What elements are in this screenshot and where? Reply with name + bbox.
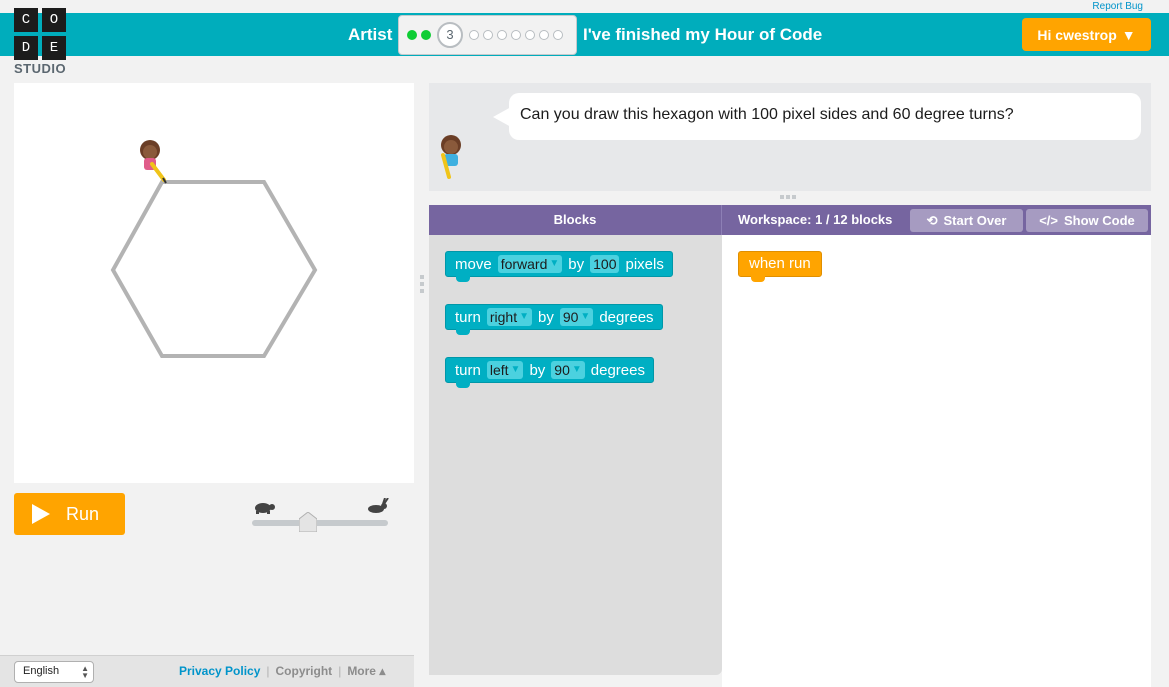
- angle-value: 90: [554, 362, 570, 378]
- level-dot-current[interactable]: 3: [437, 22, 463, 48]
- run-button[interactable]: Run: [14, 493, 125, 535]
- logo-letter: C: [14, 8, 38, 32]
- report-bug-link[interactable]: Report Bug: [1092, 1, 1143, 12]
- speed-slider[interactable]: [250, 497, 390, 537]
- angle-dropdown[interactable]: 90 ▼: [551, 361, 585, 379]
- artist-avatar-icon: [441, 135, 461, 179]
- direction-dropdown[interactable]: right ▼: [486, 308, 532, 326]
- play-icon: [32, 504, 50, 524]
- when-run-label: when run: [749, 255, 811, 272]
- separator: |: [338, 664, 342, 678]
- block-connector: [456, 276, 470, 282]
- level-dot-6[interactable]: [497, 30, 507, 40]
- dropdown-arrow-icon: ▼: [549, 258, 560, 269]
- block-unit: degrees: [599, 308, 654, 326]
- run-label: Run: [66, 503, 100, 524]
- dropdown-arrow-icon: ▼: [519, 311, 529, 322]
- logo-text: STUDIO: [14, 61, 67, 76]
- undo-icon: ⟲: [926, 212, 938, 228]
- block-word: turn: [455, 361, 481, 379]
- show-code-label: Show Code: [1064, 213, 1135, 228]
- level-dot-9[interactable]: [539, 30, 549, 40]
- code-studio-logo[interactable]: C O D E STUDIO: [14, 8, 70, 76]
- logo-letter: D: [14, 36, 38, 60]
- angle-value: 90: [562, 309, 579, 325]
- direction-value: left: [489, 362, 509, 378]
- instruction-bubble: Can you draw this hexagon with 100 pixel…: [509, 93, 1141, 140]
- toolbox-title: Blocks: [429, 205, 722, 235]
- copyright-link[interactable]: Copyright: [276, 664, 333, 678]
- level-dot-4[interactable]: [469, 30, 479, 40]
- block-word: by: [538, 308, 554, 326]
- language-select[interactable]: English ▲ ▼: [14, 661, 94, 683]
- artist-avatar-icon: [140, 140, 167, 184]
- artist-canvas: [14, 83, 414, 483]
- level-dot-1[interactable]: [407, 30, 417, 40]
- dropdown-arrow-icon: ▼: [510, 364, 521, 375]
- finished-hour-link[interactable]: I've finished my Hour of Code: [583, 25, 822, 45]
- drag-handle-icon[interactable]: [419, 275, 425, 293]
- hexagon-drawing: [110, 140, 318, 358]
- resize-grip-icon[interactable]: [780, 194, 800, 200]
- level-dot-2[interactable]: [421, 30, 431, 40]
- workspace[interactable]: [722, 235, 1151, 687]
- block-unit: pixels: [625, 255, 664, 273]
- chevron-down-icon: ▼: [1121, 26, 1136, 43]
- code-icon: </>: [1039, 213, 1058, 228]
- level-dot-8[interactable]: [525, 30, 535, 40]
- block-connector: [456, 382, 470, 388]
- move-forward-block[interactable]: move forward ▼ by 100 pixels: [445, 251, 673, 282]
- level-dot-5[interactable]: [483, 30, 493, 40]
- block-connector: [456, 329, 470, 335]
- level-dot-10[interactable]: [553, 30, 563, 40]
- dropdown-arrow-icon: ▼: [571, 364, 582, 375]
- top-bar: Artist 3 I've finished my Hour of Code H…: [0, 13, 1169, 56]
- turn-right-block[interactable]: turn right ▼ by 90 ▼ degrees: [445, 304, 663, 335]
- speed-handle[interactable]: [299, 512, 318, 532]
- block-unit: degrees: [590, 361, 645, 379]
- block-word: turn: [455, 308, 481, 326]
- turtle-icon: [255, 503, 275, 514]
- user-menu-button[interactable]: Hi cwestrop ▼: [1022, 18, 1151, 51]
- show-code-button[interactable]: </> Show Code: [1026, 209, 1148, 232]
- dropdown-arrow-icon: ▼: [580, 311, 591, 322]
- footer: English ▲ ▼ Privacy Policy | Copyright | More…: [0, 655, 414, 687]
- more-link[interactable]: More ▴: [347, 664, 385, 678]
- privacy-policy-link[interactable]: Privacy Policy: [179, 664, 260, 678]
- direction-value: forward: [500, 256, 548, 272]
- logo-letter: E: [42, 36, 66, 60]
- direction-dropdown[interactable]: forward ▼: [497, 255, 563, 273]
- instructions-panel: Can you draw this hexagon with 100 pixel…: [429, 83, 1151, 191]
- start-over-button[interactable]: ⟲ Start Over: [910, 209, 1023, 232]
- separator: |: [266, 664, 270, 678]
- block-word: by: [568, 255, 585, 273]
- language-value: English: [23, 665, 60, 677]
- block-word: move: [455, 255, 492, 273]
- select-arrows-icon: ▲ ▼: [81, 664, 89, 680]
- user-menu-label: Hi cwestrop: [1037, 26, 1117, 43]
- when-run-block[interactable]: when run: [738, 251, 822, 282]
- distance-input[interactable]: 100: [590, 255, 620, 273]
- turn-left-block[interactable]: turn left ▼ by 90 ▼ degrees: [445, 357, 654, 388]
- start-over-label: Start Over: [943, 213, 1007, 228]
- puzzle-name: Artist: [348, 25, 393, 44]
- direction-dropdown[interactable]: left ▼: [486, 361, 524, 379]
- direction-value: right: [489, 309, 518, 325]
- level-progress: 3: [398, 15, 577, 55]
- toolbox: [429, 235, 722, 675]
- workspace-title: Workspace: 1 / 12 blocks: [738, 212, 893, 227]
- angle-dropdown[interactable]: 90 ▼: [559, 308, 594, 326]
- speed-track[interactable]: [252, 520, 388, 526]
- level-dot-7[interactable]: [511, 30, 521, 40]
- logo-letter: O: [42, 8, 66, 32]
- hexagon-shape: [110, 180, 318, 358]
- rabbit-icon: [368, 498, 389, 513]
- block-word: by: [529, 361, 546, 379]
- footer-links: Privacy Policy | Copyright | More ▴: [179, 664, 385, 678]
- block-connector: [751, 276, 765, 282]
- blocks-header: Blocks Workspace: 1 / 12 blocks ⟲ Start …: [429, 205, 1151, 235]
